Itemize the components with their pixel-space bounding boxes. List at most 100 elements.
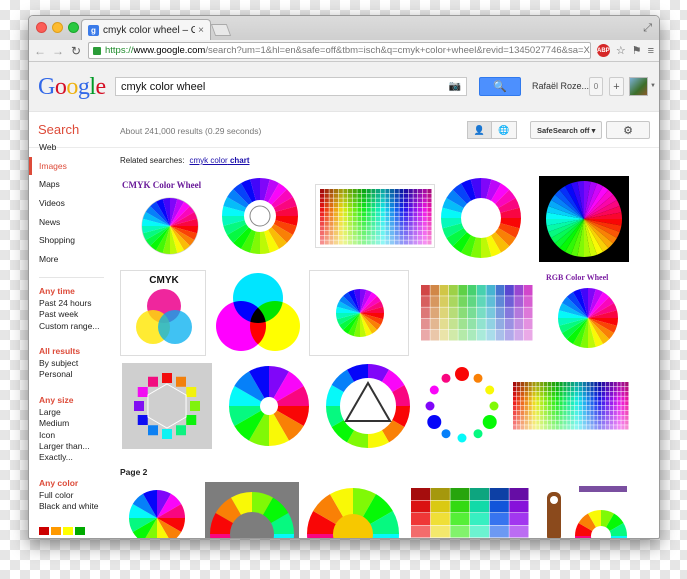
grid-cell xyxy=(605,391,610,396)
grid-cell xyxy=(571,391,575,396)
grid-cell xyxy=(343,189,348,194)
grid-cell xyxy=(567,386,571,392)
image-result[interactable]: CMYK Color Wheel xyxy=(120,176,210,256)
image-result[interactable] xyxy=(205,482,299,538)
grid-cell xyxy=(598,396,602,401)
grid-cell xyxy=(449,296,458,307)
grid-cell xyxy=(594,382,598,387)
grid-cell xyxy=(567,406,571,411)
grid-cell xyxy=(352,203,357,208)
grid-cell xyxy=(613,410,617,416)
image-result[interactable] xyxy=(309,270,409,356)
grid-cell xyxy=(329,226,334,231)
grid-cell xyxy=(343,226,348,231)
grid-cell xyxy=(563,386,567,392)
grid-cell xyxy=(352,235,357,240)
grid-cell xyxy=(348,212,353,217)
grid-cell xyxy=(352,217,357,222)
grid-cell xyxy=(385,226,390,231)
grid-cell xyxy=(357,193,362,198)
grid-cell xyxy=(563,406,567,411)
grid-cell xyxy=(540,396,544,401)
image-result[interactable] xyxy=(419,363,505,449)
grid-cell xyxy=(547,420,552,425)
grid-cell xyxy=(516,382,521,387)
grid-cell xyxy=(551,391,556,396)
thumb-dotted-wheel xyxy=(336,289,384,337)
color-square xyxy=(176,425,186,436)
grid-cell xyxy=(524,425,528,430)
image-result[interactable] xyxy=(122,363,212,449)
image-result[interactable] xyxy=(539,482,631,538)
image-result[interactable] xyxy=(511,380,631,432)
grid-cell xyxy=(571,425,575,430)
image-result[interactable] xyxy=(324,363,412,449)
grid-cell xyxy=(408,217,413,222)
image-result[interactable] xyxy=(220,176,300,256)
grid-cell xyxy=(536,415,540,420)
grid-cell xyxy=(532,386,536,392)
image-result[interactable] xyxy=(409,486,531,538)
grid-cell xyxy=(505,329,514,341)
grid-cell xyxy=(536,391,540,396)
grid-cell xyxy=(528,396,532,401)
grid-cell xyxy=(617,410,621,416)
grid-cell xyxy=(380,231,385,236)
grid-cell xyxy=(418,231,423,236)
grid-cell xyxy=(489,525,509,538)
grid-cell xyxy=(467,318,477,330)
grid-cell xyxy=(427,235,432,240)
grid-cell xyxy=(586,415,590,420)
image-result[interactable]: CMYK xyxy=(120,270,206,356)
hex-outline xyxy=(147,383,187,429)
grid-cell xyxy=(594,386,598,392)
grid-cell xyxy=(329,212,334,217)
grid-cell xyxy=(598,391,602,396)
grid-cell xyxy=(528,406,532,411)
grid-cell xyxy=(362,203,367,208)
grid-cell xyxy=(555,425,559,430)
image-result[interactable] xyxy=(539,176,629,262)
grid-cell xyxy=(571,410,575,416)
image-result[interactable] xyxy=(315,184,435,248)
grid-cell xyxy=(551,386,556,392)
grid-cell xyxy=(348,240,353,245)
grid-cell xyxy=(582,401,586,406)
grid-cell xyxy=(590,420,594,425)
image-result[interactable] xyxy=(419,283,535,343)
image-result[interactable] xyxy=(226,363,312,449)
thumb-label: RGB Color Wheel xyxy=(546,273,609,282)
grid-cell xyxy=(348,226,353,231)
grid-cell xyxy=(621,382,625,387)
grid-cell xyxy=(413,212,418,217)
grid-cell xyxy=(404,226,409,231)
grid-cell xyxy=(418,212,423,217)
grid-cell xyxy=(567,425,571,430)
grid-cell xyxy=(547,391,552,396)
image-result[interactable] xyxy=(437,176,525,260)
image-result[interactable] xyxy=(122,486,192,538)
grid-cell xyxy=(394,189,399,194)
grid-cell xyxy=(408,198,413,203)
grid-cell xyxy=(427,231,432,236)
color-square xyxy=(162,429,172,439)
grid-cell xyxy=(413,221,418,226)
grid-cell xyxy=(540,415,544,420)
grid-cell xyxy=(477,329,486,341)
grid-cell xyxy=(543,382,548,387)
grid-cell xyxy=(334,231,339,236)
grid-cell xyxy=(338,207,343,212)
grid-cell xyxy=(439,329,449,341)
grid-cell xyxy=(418,207,423,212)
grid-cell xyxy=(348,235,353,240)
color-dot xyxy=(482,415,497,429)
grid-cell xyxy=(543,420,548,425)
grid-cell xyxy=(543,396,548,401)
grid-cell xyxy=(513,425,517,430)
grid-cell xyxy=(366,198,371,203)
image-result[interactable]: RGB Color Wheel xyxy=(544,270,632,356)
image-result[interactable] xyxy=(305,482,401,538)
grid-cell xyxy=(555,415,559,420)
image-result[interactable] xyxy=(213,270,303,358)
grid-cell xyxy=(366,207,371,212)
